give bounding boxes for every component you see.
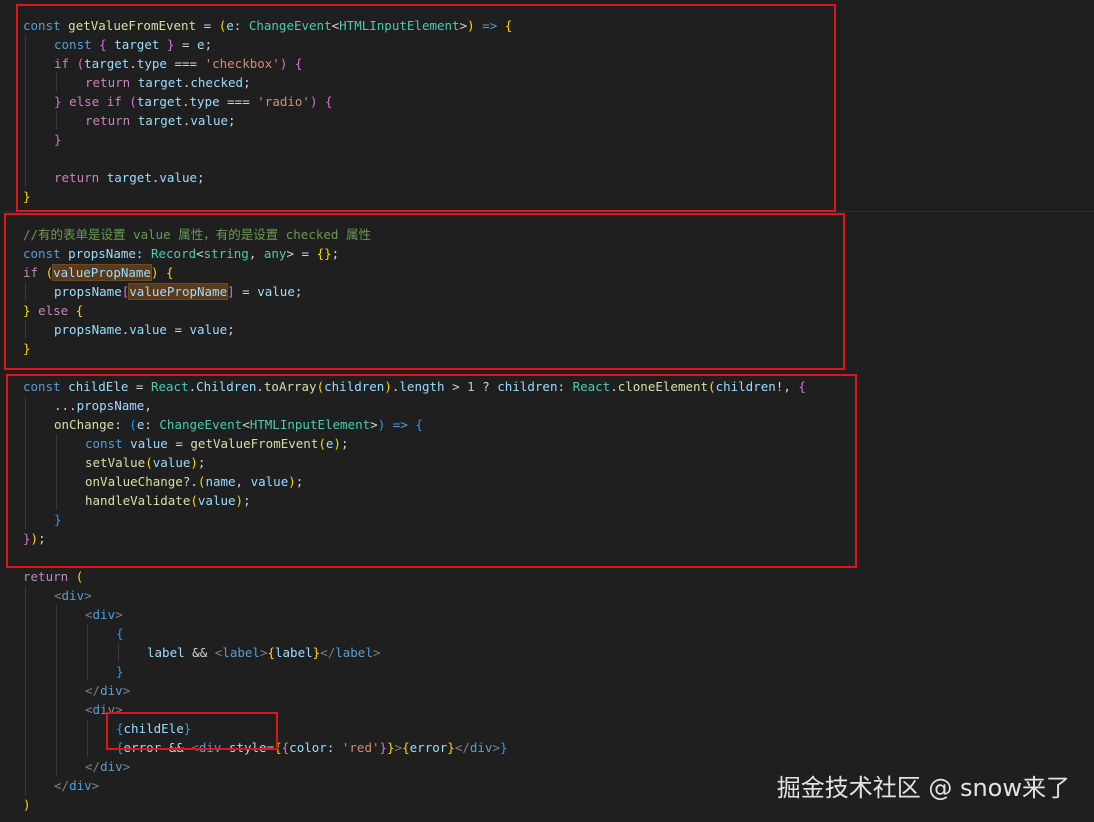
code-line[interactable]: return target.value; [54,168,205,187]
code-line[interactable]: } [116,662,124,681]
code-line[interactable]: </div> [85,757,130,776]
code-line[interactable]: return ( [23,567,83,586]
code-line[interactable]: ...propsName, [54,396,152,415]
code-line[interactable]: const propsName: Record<string, any> = {… [23,244,339,263]
code-line[interactable]: } else if (target.type === 'radio') { [54,92,333,111]
code-line[interactable]: onValueChange?.(name, value); [85,472,303,491]
code-line[interactable]: propsName[valuePropName] = value; [54,282,302,301]
code-line[interactable]: const childEle = React.Children.toArray(… [23,377,806,396]
indent-guide [87,719,88,757]
code-line[interactable]: const value = getValueFromEvent(e); [85,434,348,453]
indent-guide [118,643,119,662]
code-line[interactable]: return target.value; [85,111,236,130]
indent-guide [25,282,26,301]
code-line[interactable]: return target.checked; [85,73,251,92]
code-line[interactable]: const getValueFromEvent = (e: ChangeEven… [23,16,512,35]
code-line[interactable]: {error && <div style={{color: 'red'}}>{e… [116,738,508,757]
code-line[interactable]: }); [23,529,46,548]
code-line[interactable]: </div> [54,776,99,795]
code-line[interactable]: } [23,187,31,206]
indent-guide [56,111,57,130]
keyword: const [23,18,61,33]
code-line[interactable]: handleValidate(value); [85,491,251,510]
code-line[interactable]: } else { [23,301,83,320]
code-line[interactable]: if (target.type === 'checkbox') { [54,54,302,73]
code-line[interactable]: <div> [54,586,92,605]
search-match-highlight: valuePropName [53,265,151,280]
indent-guide [25,35,26,187]
code-line[interactable]: label && <label>{label}</label> [147,643,380,662]
section-divider [0,211,1094,212]
code-line[interactable]: propsName.value = value; [54,320,235,339]
indent-guide [25,320,26,339]
indent-guide [25,396,26,529]
watermark: 掘金技术社区 @ snow来了 [776,774,1070,802]
code-line[interactable]: </div> [85,681,130,700]
indent-guide [25,586,26,795]
code-line[interactable]: ) [23,795,31,814]
code-line[interactable]: { [116,624,124,643]
code-comment[interactable]: //有的表单是设置 value 属性，有的是设置 checked 属性 [23,225,371,244]
code-line[interactable]: } [23,339,31,358]
code-line[interactable]: const { target } = e; [54,35,212,54]
code-line[interactable]: setValue(value); [85,453,205,472]
code-line[interactable]: onChange: (e: ChangeEvent<HTMLInputEleme… [54,415,423,434]
code-editor[interactable]: const getValueFromEvent = (e: ChangeEven… [0,0,1094,822]
indent-guide [56,73,57,92]
indent-guide [56,605,57,776]
indent-guide [87,624,88,681]
code-line[interactable]: if (valuePropName) { [23,263,174,282]
code-line[interactable]: {childEle} [116,719,191,738]
code-line[interactable]: <div> [85,700,123,719]
code-line[interactable]: } [54,130,62,149]
code-line[interactable]: <div> [85,605,123,624]
search-match-highlight: valuePropName [129,284,228,299]
code-line[interactable]: } [54,510,62,529]
indent-guide [56,434,57,510]
